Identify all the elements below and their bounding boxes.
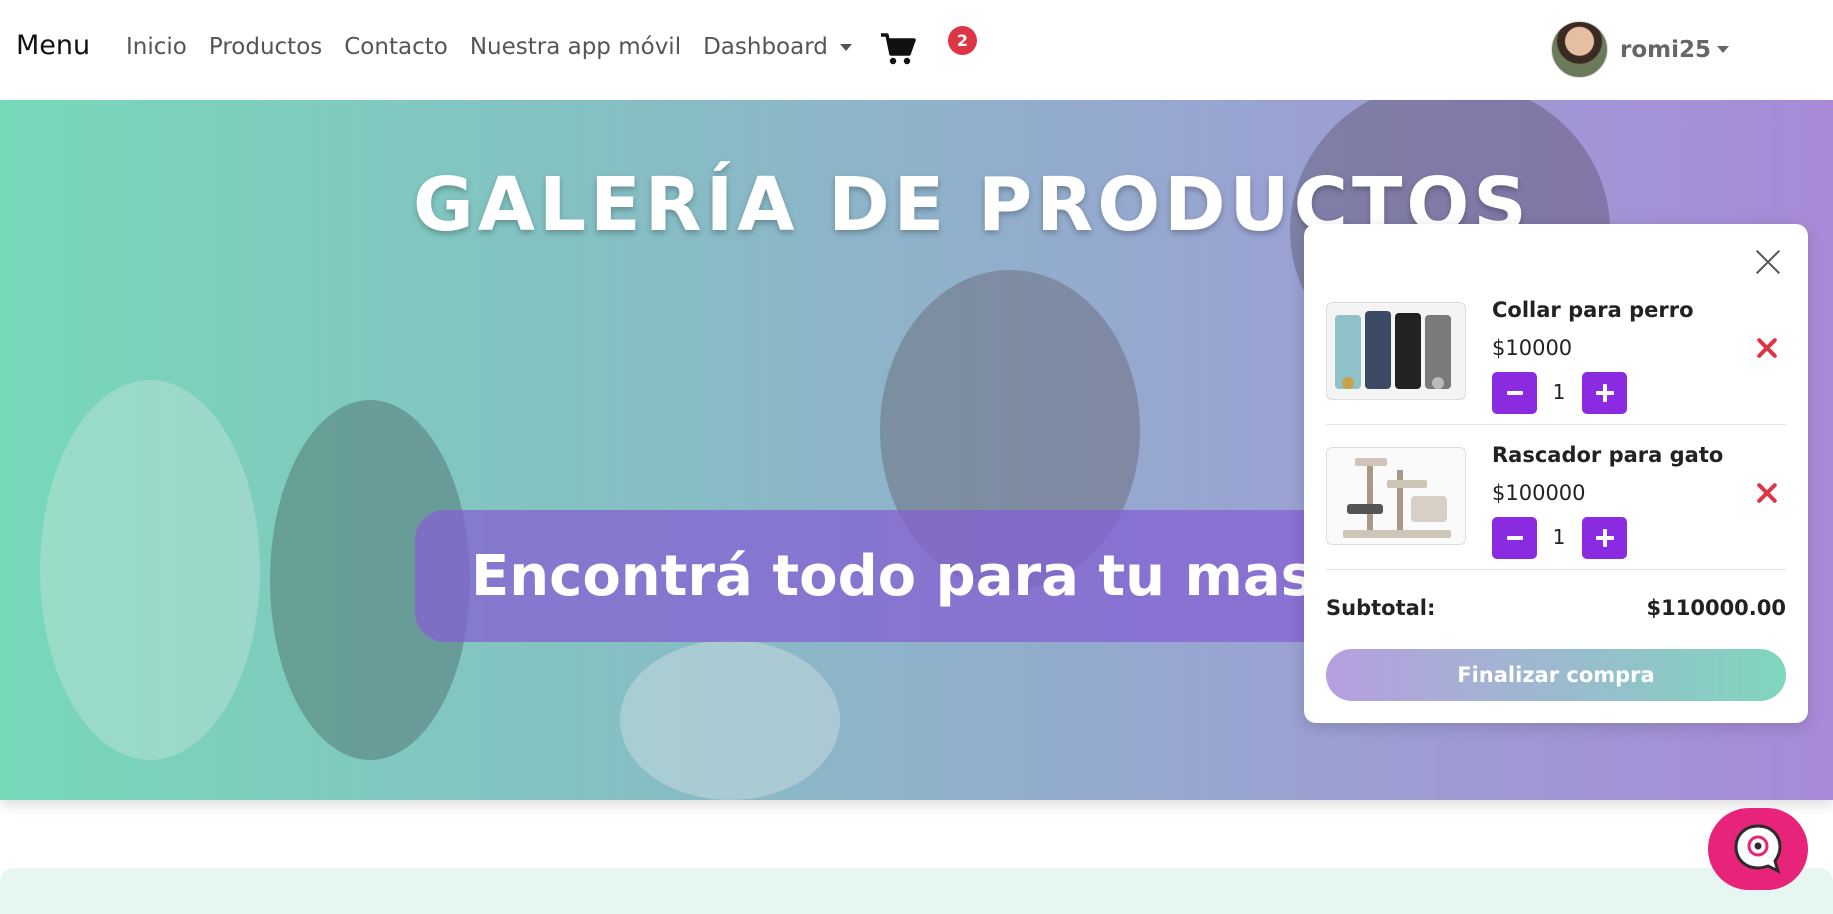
product-thumbnail	[1326, 302, 1466, 400]
nav-link-inicio[interactable]: Inicio	[126, 34, 187, 60]
hero-image-pet	[620, 640, 840, 800]
shopping-cart-icon[interactable]	[880, 32, 916, 66]
navbar: Menu Inicio Productos Contacto Nuestra a…	[0, 0, 1833, 100]
item-name: Collar para perro	[1492, 298, 1694, 322]
decrease-quantity-button[interactable]	[1492, 372, 1537, 414]
checkout-button[interactable]: Finalizar compra	[1326, 649, 1786, 701]
increase-quantity-button[interactable]	[1582, 372, 1627, 414]
username: romi25	[1620, 36, 1712, 63]
chat-button[interactable]	[1708, 808, 1808, 890]
chevron-down-icon	[1717, 46, 1730, 53]
remove-icon[interactable]	[1754, 336, 1780, 362]
content-section	[0, 868, 1833, 914]
minus-icon	[1506, 391, 1523, 395]
item-quantity: 1	[1552, 525, 1566, 549]
divider	[1326, 424, 1786, 425]
nav-links: Inicio Productos Contacto Nuestra app mó…	[126, 34, 874, 60]
plus-icon	[1595, 529, 1614, 547]
item-price: $10000	[1492, 336, 1573, 360]
nav-link-contacto[interactable]: Contacto	[344, 34, 448, 60]
nav-link-productos[interactable]: Productos	[209, 34, 322, 60]
menu-brand[interactable]: Menu	[16, 30, 90, 61]
dashboard-label: Dashboard	[703, 34, 828, 60]
item-quantity: 1	[1552, 380, 1566, 404]
minus-icon	[1506, 536, 1523, 540]
close-icon[interactable]	[1754, 248, 1782, 276]
increase-quantity-button[interactable]	[1582, 517, 1627, 559]
user-menu[interactable]: romi25	[1551, 21, 1730, 78]
cart-dropdown: Collar para perro $10000 1 Rascador para…	[1304, 224, 1808, 723]
product-thumbnail	[1326, 447, 1466, 545]
nav-dropdown-dashboard[interactable]: Dashboard	[703, 34, 852, 60]
avatar	[1551, 21, 1608, 78]
cart-count-badge: 2	[948, 26, 977, 55]
cart-item: Collar para perro $10000 1	[1326, 298, 1786, 448]
item-name: Rascador para gato	[1492, 443, 1724, 467]
subtotal-label: Subtotal:	[1326, 596, 1436, 620]
divider	[1326, 569, 1786, 570]
hero-image-pet	[40, 380, 260, 760]
hero-subtitle-banner: Encontrá todo para tu masco	[415, 510, 1415, 642]
chevron-down-icon	[839, 43, 852, 51]
chat-icon	[1734, 824, 1782, 874]
subtotal-value: $110000.00	[1646, 596, 1786, 620]
nav-link-app-movil[interactable]: Nuestra app móvil	[470, 34, 681, 60]
item-price: $100000	[1492, 481, 1586, 505]
decrease-quantity-button[interactable]	[1492, 517, 1537, 559]
cart-item: Rascador para gato $100000 1	[1326, 443, 1786, 593]
remove-icon[interactable]	[1754, 481, 1780, 507]
hero-subtitle: Encontrá todo para tu masco	[471, 544, 1386, 609]
plus-icon	[1595, 384, 1614, 402]
